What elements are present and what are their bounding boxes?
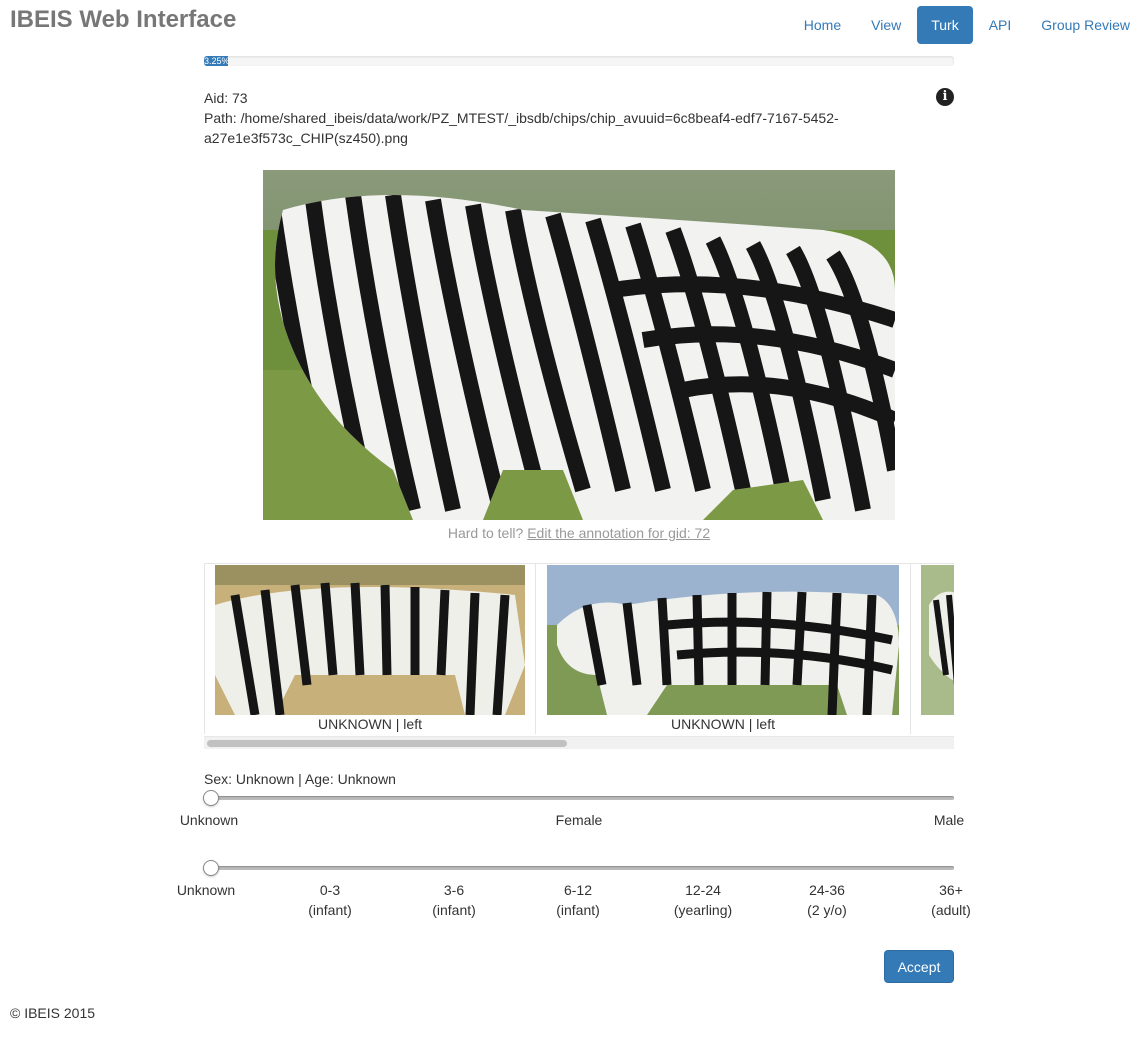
path-text: Path: /home/shared_ibeis/data/work/PZ_MT… <box>204 110 839 146</box>
aid-text: Aid: 73 <box>204 90 248 106</box>
brand-title[interactable]: IBEIS Web Interface <box>10 6 236 34</box>
age-slider[interactable] <box>203 860 954 876</box>
annotation-info: Aid: 73 Path: /home/shared_ibeis/data/wo… <box>204 88 884 148</box>
progress-fill: 3.25% <box>204 56 229 66</box>
carousel-item[interactable] <box>910 564 954 734</box>
carousel-caption: UNKNOWN | left <box>671 716 775 732</box>
nav-group-review[interactable]: Group Review <box>1027 6 1144 44</box>
sex-slider[interactable] <box>203 790 954 806</box>
carousel-item[interactable]: UNKNOWN | left <box>535 564 911 734</box>
carousel-scrollbar[interactable] <box>204 736 954 749</box>
carousel-caption: UNKNOWN | left <box>318 716 422 732</box>
carousel-scroll-thumb[interactable] <box>207 740 567 747</box>
edit-hint: Hard to tell? Edit the annotation for gi… <box>204 525 954 541</box>
age-label-12-24: 12-24 (yearling) <box>673 882 733 918</box>
carousel-image <box>547 565 899 715</box>
nav-view[interactable]: View <box>857 6 915 44</box>
age-label-36-plus: 36+ (adult) <box>931 882 971 918</box>
similar-annotations-carousel[interactable]: UNKNOWN | left UNKNOWN | left <box>204 563 954 750</box>
age-label-24-36: 24-36 (2 y/o) <box>807 882 847 918</box>
carousel-image <box>921 565 954 715</box>
sex-label-female: Female <box>555 812 603 828</box>
age-label-3-6: 3-6 (infant) <box>432 882 476 918</box>
age-label-6-12: 6-12 (infant) <box>556 882 600 918</box>
carousel-item[interactable]: UNKNOWN | left <box>204 564 536 734</box>
accept-button[interactable]: Accept <box>884 950 954 983</box>
age-slider-handle[interactable] <box>203 860 219 876</box>
sex-label-unknown: Unknown <box>179 812 239 828</box>
carousel-image <box>215 565 525 715</box>
hint-prefix: Hard to tell? <box>447 525 524 541</box>
info-circle-icon[interactable]: i <box>936 88 954 106</box>
main-nav: Home View Turk API Group Review <box>788 6 1144 44</box>
age-label-unknown: Unknown <box>176 882 236 898</box>
nav-home[interactable]: Home <box>790 6 855 44</box>
nav-api[interactable]: API <box>975 6 1026 44</box>
progress-bar: 3.25% <box>204 56 954 66</box>
sex-label-male: Male <box>933 812 965 828</box>
annotation-image <box>263 170 895 520</box>
footer-copyright: © IBEIS 2015 <box>10 1005 96 1021</box>
age-label-0-3: 0-3 (infant) <box>308 882 352 918</box>
sex-slider-handle[interactable] <box>203 790 219 806</box>
nav-turk[interactable]: Turk <box>917 6 973 44</box>
edit-annotation-link[interactable]: Edit the annotation for gid: 72 <box>527 525 710 541</box>
sex-age-summary: Sex: Unknown | Age: Unknown <box>204 771 396 787</box>
